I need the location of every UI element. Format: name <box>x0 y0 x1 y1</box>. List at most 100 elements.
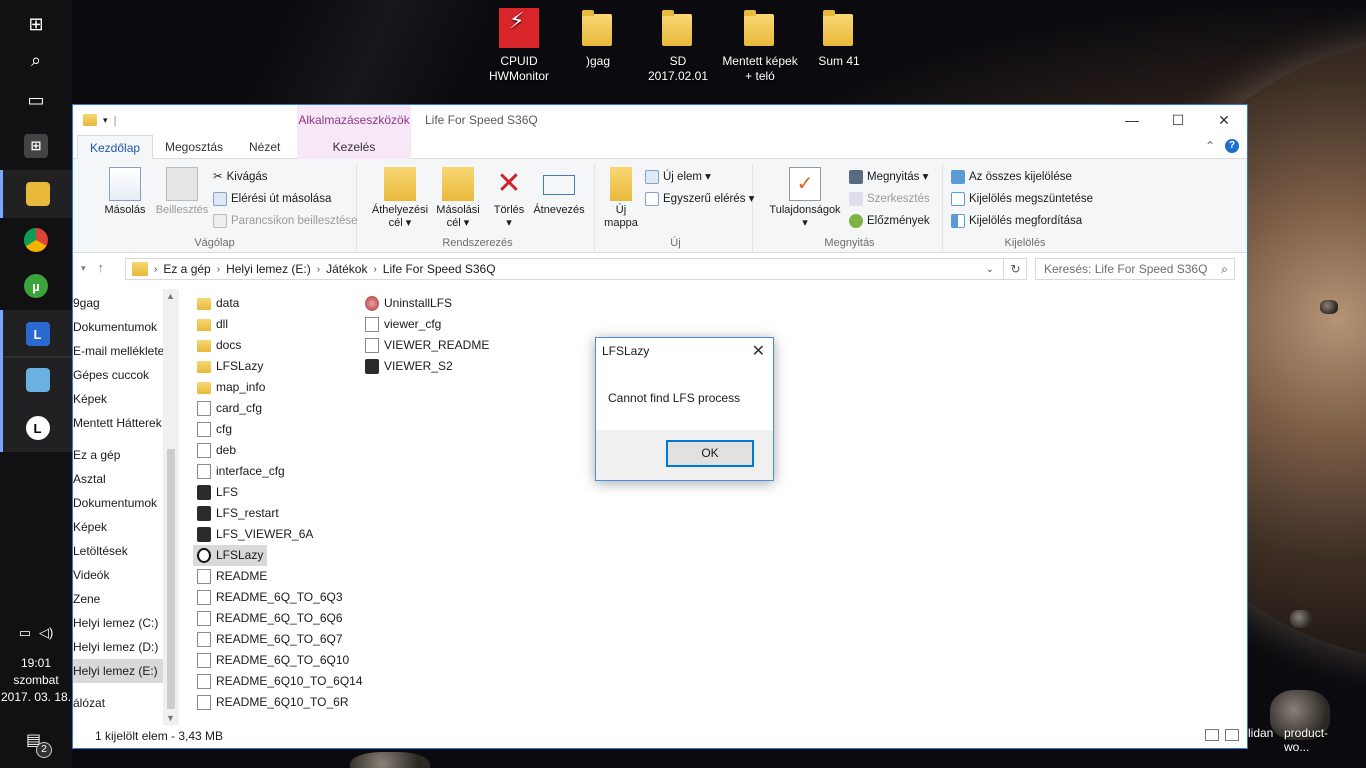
address-bar[interactable]: › Ez a gép › Helyi lemez (E:) › Játékok … <box>125 258 1027 280</box>
search-input[interactable]: Keresés: Life For Speed S36Q ⌕ <box>1035 258 1235 280</box>
scrollbar-thumb[interactable] <box>167 449 175 709</box>
select-none-button[interactable]: Kijelölés megszüntetése <box>951 189 1093 209</box>
file-item[interactable]: LFSLazy <box>193 356 267 377</box>
open-button[interactable]: Megnyitás ▾ <box>849 167 928 187</box>
chevron-right-icon[interactable]: › <box>373 264 376 275</box>
copy-to-button[interactable]: Másolási cél ▾ <box>433 167 483 230</box>
file-name: dll <box>216 317 229 331</box>
new-group: Új mappa Új elem ▾ Egyszerű elérés ▾ Új <box>599 163 754 251</box>
file-item[interactable]: LFS_VIEWER_6A <box>193 524 317 545</box>
breadcrumb-item[interactable]: Helyi lemez (E:) <box>226 262 311 276</box>
system-tray: ▭ ◁) 19:01 szombat 2017. 03. 18. <box>0 625 72 706</box>
file-item[interactable]: cfg <box>193 419 236 440</box>
action-center-button[interactable]: ▤ 2 <box>26 730 52 758</box>
taskbar-app[interactable] <box>0 356 72 404</box>
file-item[interactable]: UninstallLFS <box>361 293 456 314</box>
scroll-down-icon[interactable]: ▼ <box>166 713 175 723</box>
paste-shortcut-button[interactable]: Parancsikon beillesztése <box>213 211 358 231</box>
file-item[interactable]: README_6Q10_TO_6Q14 <box>193 671 367 692</box>
file-item[interactable]: README_6Q_TO_6Q7 <box>193 629 347 650</box>
maximize-button[interactable]: ☐ <box>1155 105 1201 135</box>
qat-dropdown-icon[interactable]: ▾ <box>103 115 108 126</box>
desktop-icon-sd[interactable]: SD 2017.02.01 <box>638 8 718 84</box>
new-item-button[interactable]: Új elem ▾ <box>645 167 711 187</box>
desktop-icon-label[interactable]: lidan <box>1248 726 1273 740</box>
details-view-icon[interactable] <box>1205 729 1219 741</box>
large-icons-view-icon[interactable] <box>1225 729 1239 741</box>
taskbar-utorrent[interactable]: µ <box>0 262 72 310</box>
desktop-icon-9gag[interactable]: )gag <box>558 8 638 69</box>
breadcrumb-item[interactable]: Life For Speed S36Q <box>383 262 496 276</box>
refresh-button[interactable]: ↻ <box>1003 258 1027 280</box>
clock-time[interactable]: 19:01 <box>0 655 72 672</box>
close-button[interactable]: ✕ <box>1201 105 1247 135</box>
file-item[interactable]: card_cfg <box>193 398 266 419</box>
dialog-close-button[interactable]: ✕ <box>752 341 765 361</box>
tab-home[interactable]: Kezdőlap <box>77 135 154 159</box>
file-item[interactable]: deb <box>193 440 240 461</box>
scroll-up-icon[interactable]: ▲ <box>166 291 175 301</box>
folder-icon <box>197 381 211 394</box>
file-item[interactable]: map_info <box>193 377 269 398</box>
file-item[interactable]: interface_cfg <box>193 461 289 482</box>
file-item[interactable]: dll <box>193 314 232 335</box>
new-folder-button[interactable]: Új mappa <box>601 167 641 230</box>
taskbar-lfs[interactable]: L <box>0 310 72 358</box>
taskbar-chrome[interactable] <box>0 216 72 264</box>
collapse-ribbon-icon[interactable]: ⌃ <box>1205 139 1215 153</box>
taskbar-lfslazy[interactable]: L <box>0 404 72 452</box>
chevron-right-icon[interactable]: › <box>317 264 320 275</box>
file-item[interactable]: data <box>193 293 243 314</box>
help-icon[interactable]: ? <box>1225 139 1239 153</box>
file-item[interactable]: docs <box>193 335 245 356</box>
chevron-right-icon[interactable]: › <box>154 264 157 275</box>
move-to-button[interactable]: Áthelyezési cél ▾ <box>371 167 429 230</box>
tab-share[interactable]: Megosztás <box>153 135 235 159</box>
edit-button[interactable]: Szerkesztés <box>849 189 930 209</box>
file-item[interactable]: VIEWER_S2 <box>361 356 457 377</box>
paste-button[interactable]: Beillesztés <box>155 167 209 217</box>
breadcrumb-item[interactable]: Játékok <box>326 262 367 276</box>
file-item[interactable]: README_6Q_TO_6Q6 <box>193 608 347 629</box>
easy-access-button[interactable]: Egyszerű elérés ▾ <box>645 189 754 209</box>
tab-manage[interactable]: Kezelés <box>297 135 411 159</box>
address-dropdown-icon[interactable]: ⌄ <box>986 264 994 275</box>
up-arrow-icon[interactable]: ↑ <box>98 260 105 276</box>
breadcrumb-item[interactable]: Ez a gép <box>163 262 210 276</box>
file-item[interactable]: LFS <box>193 482 242 503</box>
minimize-button[interactable]: — <box>1109 105 1155 135</box>
invert-selection-button[interactable]: Kijelölés megfordítása <box>951 211 1082 231</box>
taskbar-explorer[interactable] <box>0 170 72 218</box>
file-item[interactable]: LFSLazy <box>193 545 268 566</box>
task-view-button[interactable]: ▭ <box>0 76 72 124</box>
copy-button[interactable]: Másolás <box>103 167 147 217</box>
desktop-icon-sum41[interactable]: Sum 41 <box>799 8 879 69</box>
ok-button[interactable]: OK <box>666 440 754 467</box>
taskbar-store[interactable]: ⊞ <box>0 122 72 170</box>
history-button[interactable]: Előzmények <box>849 211 930 231</box>
file-item[interactable]: viewer_cfg <box>361 314 445 335</box>
file-item[interactable]: VIEWER_README <box>361 335 493 356</box>
properties-button[interactable]: ✓ Tulajdonságok ▾ <box>765 167 845 230</box>
network-icon[interactable]: ▭ <box>19 625 31 641</box>
file-item[interactable]: README_6Q_TO_6Q3 <box>193 587 347 608</box>
search-icon[interactable]: ⌕ <box>1221 259 1228 279</box>
volume-icon[interactable]: ◁) <box>39 625 53 641</box>
chevron-right-icon[interactable]: › <box>217 264 220 275</box>
title-bar[interactable]: ▾ | Alkalmazáseszközök Life For Speed S3… <box>73 105 1247 135</box>
file-item[interactable]: README_6Q10_TO_6R <box>193 692 353 713</box>
delete-button[interactable]: ✕ Törlés ▾ <box>489 167 529 230</box>
file-item[interactable]: LFS_restart <box>193 503 283 524</box>
select-all-button[interactable]: Az összes kijelölése <box>951 167 1072 187</box>
cut-button[interactable]: ✂ Kivágás <box>213 167 268 187</box>
tab-view[interactable]: Nézet <box>237 135 292 159</box>
desktop-icon-mentett-kepek[interactable]: Mentett képek + teló <box>720 8 800 84</box>
rename-button[interactable]: Átnevezés <box>531 167 587 217</box>
desktop-icon-hwmonitor[interactable]: CPUID HWMonitor <box>479 8 559 84</box>
copy-path-button[interactable]: Elérési út másolása <box>213 189 331 209</box>
recent-locations-chevron-icon[interactable]: ▾ <box>81 260 86 276</box>
nav-scrollbar[interactable]: ▲ ▼ <box>163 289 179 725</box>
file-item[interactable]: README <box>193 566 271 587</box>
file-item[interactable]: README_6Q_TO_6Q10 <box>193 650 353 671</box>
desktop-icon-label[interactable]: product-wo... <box>1284 726 1328 754</box>
